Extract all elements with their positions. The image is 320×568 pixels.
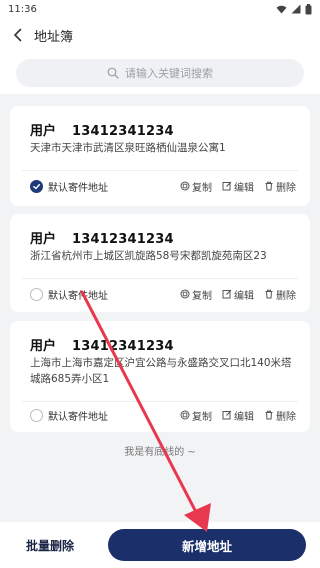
- copy-label: 复制: [192, 182, 212, 194]
- status-bar: 11:36: [0, 0, 320, 18]
- wifi-icon: [276, 5, 287, 14]
- edit-icon: [222, 181, 232, 191]
- delete-button[interactable]: 删除: [264, 408, 296, 423]
- edit-button[interactable]: 编辑: [222, 408, 254, 423]
- default-sender-label: 默认寄件地址: [48, 182, 108, 194]
- radio-unchecked-icon: [30, 287, 43, 301]
- add-address-button[interactable]: 新增地址: [108, 529, 306, 561]
- delete-button[interactable]: 删除: [264, 179, 296, 194]
- copy-button[interactable]: 复制: [180, 408, 212, 423]
- batch-delete-button[interactable]: 批量删除: [0, 537, 100, 554]
- contact-name: 用户: [30, 339, 57, 354]
- copy-icon: [180, 410, 190, 420]
- copy-icon: [180, 181, 190, 191]
- contact-phone: 13412341234: [72, 339, 174, 354]
- search-icon: [107, 67, 119, 79]
- status-time: 11:36: [8, 3, 37, 15]
- chevron-left-icon: [14, 28, 22, 42]
- delete-button[interactable]: 删除: [264, 287, 296, 302]
- card-actions: 默认寄件地址 复制 编辑 删除: [30, 406, 296, 424]
- action-group: 复制 编辑 删除: [180, 179, 296, 194]
- delete-label: 删除: [276, 290, 296, 302]
- delete-label: 删除: [276, 411, 296, 423]
- copy-label: 复制: [192, 411, 212, 423]
- bottom-bar: 批量删除 新增地址: [0, 522, 320, 568]
- address-card[interactable]: 用户 13412341234 浙江省杭州市上城区凯旋路58号宋都凯旋苑南区23 默…: [10, 214, 310, 312]
- card-actions: 默认寄件地址 复制 编辑 删除: [30, 177, 296, 195]
- search-input[interactable]: 请输入关键词搜索: [16, 59, 304, 87]
- signal-icon: [291, 4, 301, 14]
- divider: [22, 278, 298, 279]
- divider: [22, 401, 298, 402]
- edit-label: 编辑: [234, 290, 254, 302]
- divider: [22, 170, 298, 171]
- search-bar: 请输入关键词搜索: [0, 52, 320, 94]
- page-title: 地址簿: [34, 29, 74, 45]
- edit-icon: [222, 410, 232, 420]
- radio-unchecked-icon: [30, 408, 43, 422]
- contact-phone: 13412341234: [72, 124, 174, 139]
- copy-button[interactable]: 复制: [180, 287, 212, 302]
- card-actions: 默认寄件地址 复制 编辑 删除: [30, 285, 296, 303]
- trash-icon: [265, 181, 273, 191]
- back-button[interactable]: [4, 21, 32, 49]
- edit-label: 编辑: [234, 411, 254, 423]
- default-sender-toggle[interactable]: 默认寄件地址: [30, 408, 108, 423]
- address-text: 浙江省杭州市上城区凯旋路58号宋都凯旋苑南区23: [30, 250, 267, 262]
- default-sender-toggle[interactable]: 默认寄件地址: [30, 179, 108, 194]
- edit-button[interactable]: 编辑: [222, 287, 254, 302]
- address-card[interactable]: 用户 13412341234 上海市上海市嘉定区沪宜公路与永盛路交叉口北140米塔…: [10, 321, 310, 432]
- edit-icon: [222, 289, 232, 299]
- edit-label: 编辑: [234, 182, 254, 194]
- copy-label: 复制: [192, 290, 212, 302]
- default-sender-label: 默认寄件地址: [48, 411, 108, 423]
- contact-name: 用户: [30, 124, 57, 139]
- app-bar: 地址簿: [0, 18, 320, 52]
- contact-phone: 13412341234: [72, 232, 174, 247]
- address-card[interactable]: 用户 13412341234 天津市天津市武清区泉旺路栖仙温泉公寓1 默认寄件地址…: [10, 106, 310, 206]
- search-placeholder: 请输入关键词搜索: [125, 67, 213, 80]
- default-sender-toggle[interactable]: 默认寄件地址: [30, 287, 108, 302]
- trash-icon: [265, 410, 273, 420]
- action-group: 复制 编辑 删除: [180, 287, 296, 302]
- trash-icon: [265, 289, 273, 299]
- contact-line: 用户 13412341234: [30, 228, 174, 247]
- copy-button[interactable]: 复制: [180, 179, 212, 194]
- address-text: 天津市天津市武清区泉旺路栖仙温泉公寓1: [30, 142, 226, 154]
- edit-button[interactable]: 编辑: [222, 179, 254, 194]
- list-end-note: 我是有底线的 ~: [124, 447, 196, 458]
- action-group: 复制 编辑 删除: [180, 408, 296, 423]
- contact-name: 用户: [30, 232, 57, 247]
- copy-icon: [180, 289, 190, 299]
- checked-circle-icon: [30, 179, 43, 193]
- status-icons: [276, 3, 312, 15]
- contact-line: 用户 13412341234: [30, 335, 174, 354]
- address-text: 上海市上海市嘉定区沪宜公路与永盛路交叉口北140米塔城路685弄小区1: [30, 357, 292, 385]
- delete-label: 删除: [276, 182, 296, 194]
- battery-icon: [305, 3, 312, 14]
- contact-line: 用户 13412341234: [30, 120, 174, 139]
- default-sender-label: 默认寄件地址: [48, 290, 108, 302]
